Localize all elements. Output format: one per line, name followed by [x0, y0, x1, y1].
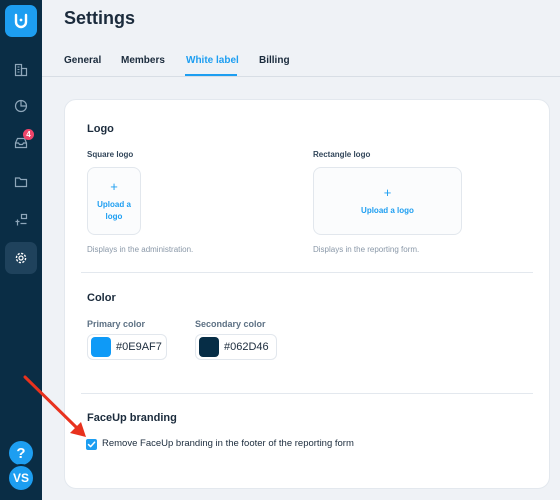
- rectangle-logo-label: Rectangle logo: [313, 150, 371, 159]
- hierarchy-icon: [15, 213, 28, 226]
- nav-item-organizations[interactable]: [5, 54, 37, 86]
- secondary-color-label: Secondary color: [195, 319, 266, 329]
- notification-badge: 4: [23, 129, 34, 140]
- nav-item-files[interactable]: [5, 166, 37, 198]
- tab-members[interactable]: Members: [121, 55, 165, 66]
- annotation-arrow-icon: [23, 375, 86, 437]
- nav-item-structure[interactable]: [5, 204, 37, 236]
- remove-branding-label[interactable]: Remove FaceUp branding in the footer of …: [102, 438, 354, 449]
- square-logo-label: Square logo: [87, 150, 134, 159]
- brand-logo-icon: [14, 13, 28, 29]
- help-button[interactable]: ?: [9, 441, 33, 465]
- secondary-color-value: #062D46: [224, 341, 269, 353]
- rectangle-logo-hint: Displays in the reporting form.: [313, 245, 420, 254]
- tab-bar: General Members White label Billing: [42, 42, 560, 77]
- tab-general[interactable]: General: [64, 55, 101, 66]
- primary-color-label: Primary color: [87, 319, 146, 329]
- nav-item-settings[interactable]: [5, 242, 37, 274]
- square-logo-hint: Displays in the administration.: [87, 245, 194, 254]
- rectangle-upload-text: Upload a logo: [361, 205, 414, 215]
- tab-white-label[interactable]: White label: [186, 55, 239, 66]
- user-avatar[interactable]: VS: [7, 464, 35, 492]
- white-label-card: Logo Square logo + Upload a logo Display…: [64, 99, 550, 489]
- primary-color-swatch[interactable]: [91, 337, 111, 357]
- section-divider: [81, 272, 533, 273]
- plus-icon: +: [110, 178, 118, 194]
- primary-color-value: #0E9AF7: [116, 341, 162, 353]
- plus-icon: +: [383, 184, 392, 200]
- secondary-color-input[interactable]: #062D46: [195, 334, 277, 360]
- logo-section-title: Logo: [87, 123, 114, 135]
- app-logo[interactable]: [5, 5, 37, 37]
- rectangle-logo-upload[interactable]: + Upload a logo: [313, 167, 462, 235]
- nav-item-inbox[interactable]: 4: [5, 127, 37, 159]
- primary-color-input[interactable]: #0E9AF7: [87, 334, 167, 360]
- square-logo-upload[interactable]: + Upload a logo: [87, 167, 141, 235]
- section-divider: [81, 393, 533, 394]
- folder-icon: [14, 177, 28, 188]
- active-tab-indicator: [185, 74, 237, 76]
- branding-section-title: FaceUp branding: [87, 412, 177, 424]
- tab-billing[interactable]: Billing: [259, 55, 290, 66]
- square-upload-text: Upload a logo: [97, 199, 131, 221]
- nav-item-analytics[interactable]: [5, 90, 37, 122]
- building-icon: [14, 63, 28, 77]
- color-section-title: Color: [87, 292, 116, 304]
- pie-chart-icon: [14, 99, 28, 113]
- secondary-color-swatch[interactable]: [199, 337, 219, 357]
- gear-icon: [15, 252, 27, 264]
- page-title: Settings: [64, 8, 136, 28]
